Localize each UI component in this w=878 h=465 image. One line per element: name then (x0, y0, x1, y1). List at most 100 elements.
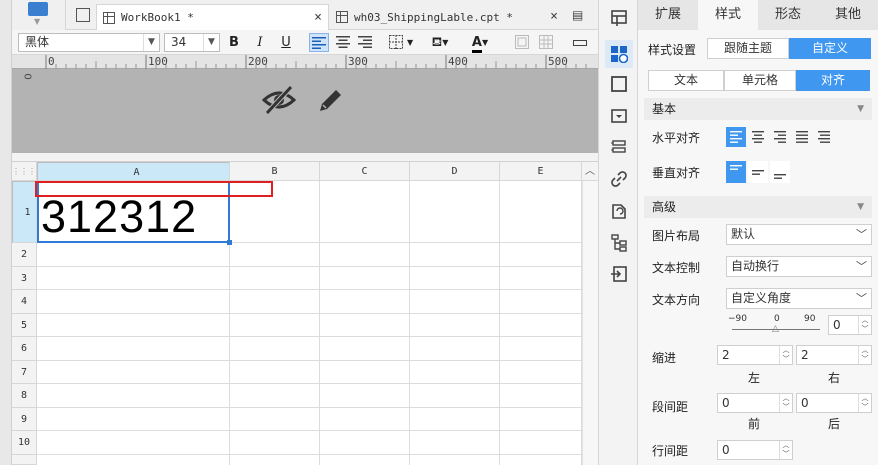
h-align-right-button[interactable] (770, 127, 790, 147)
merge-cells-button[interactable] (512, 33, 532, 52)
ruler-mark: 200 (248, 55, 268, 68)
align-center-button[interactable] (333, 33, 353, 52)
list-icon[interactable] (609, 137, 629, 157)
tab-workbook1[interactable]: WorkBook1 * × (96, 4, 329, 30)
row-header-1[interactable]: 1 (12, 181, 37, 243)
scroll-up-arrow[interactable]: ︿ (582, 162, 598, 181)
text-control-select[interactable]: 自动换行 ﹀ (726, 256, 872, 277)
para-after-value: 0 (801, 396, 809, 410)
italic-button[interactable]: I (250, 33, 270, 52)
import-icon[interactable] (609, 264, 629, 284)
subtab-align[interactable]: 对齐 (796, 70, 870, 91)
image-layout-select[interactable]: 默认 ﹀ (726, 224, 872, 245)
line-spacing-input[interactable]: 0 ︿ ﹀ (717, 440, 793, 460)
underline-button[interactable]: U (276, 33, 296, 52)
row-header-7[interactable]: 7 (12, 361, 37, 384)
font-size-select[interactable]: 34 ▼ (164, 33, 220, 52)
vertical-scrollbar[interactable] (582, 181, 598, 465)
row-header-8[interactable]: 8 (12, 384, 37, 408)
grid-line (409, 181, 410, 465)
fill-color-button[interactable]: ⛾▼ (424, 33, 456, 52)
v-align-middle-button[interactable] (748, 161, 768, 183)
widget-icon[interactable] (609, 106, 629, 126)
h-align-distributed-button[interactable] (814, 127, 834, 147)
align-right-button[interactable] (355, 33, 375, 52)
row-header-5[interactable]: 5 (12, 314, 37, 337)
fill-handle[interactable] (227, 240, 232, 245)
align-left-button[interactable] (309, 33, 329, 52)
more-tools-button[interactable] (570, 33, 590, 52)
spinner-icon[interactable]: ︿ ﹀ (858, 346, 871, 364)
spinner-icon[interactable]: ︿ ﹀ (858, 394, 871, 412)
row-header-3[interactable]: 3 (12, 267, 37, 290)
para-before-caption: 前 (748, 417, 761, 431)
row-header-4[interactable]: 4 (12, 290, 37, 314)
bold-button[interactable]: B (224, 33, 244, 52)
angle-slider-thumb[interactable]: △ (772, 324, 779, 334)
subtab-text[interactable]: 文本 (648, 70, 724, 91)
subtab-cell[interactable]: 单元格 (724, 70, 796, 91)
follow-theme-button[interactable]: 跟随主题 (707, 38, 789, 59)
unmerge-cells-button[interactable] (536, 33, 556, 52)
spinner-icon[interactable]: ︿ ﹀ (779, 394, 792, 412)
column-header-a[interactable]: A (37, 162, 230, 181)
border-button[interactable]: ▼ (386, 33, 416, 52)
select-all-corner[interactable]: ⋮⋮⋮ (12, 162, 37, 181)
section-basic[interactable]: 基本 ▼ (644, 98, 872, 120)
tab-extend[interactable]: 扩展 (638, 0, 698, 30)
close-icon[interactable]: × (550, 9, 558, 24)
para-after-input[interactable]: 0 ︿ ﹀ (796, 393, 872, 413)
style-grid-icon (611, 46, 629, 64)
column-header-e[interactable]: E (500, 162, 582, 181)
eye-slash-icon[interactable] (262, 85, 296, 115)
h-align-left-button[interactable] (726, 127, 746, 147)
new-grid-icon[interactable] (76, 8, 90, 22)
cell-element-icon[interactable] (609, 8, 629, 28)
indent-right-input[interactable]: 2 ︿ ﹀ (796, 345, 872, 365)
tab-list-icon[interactable]: ▤ (572, 8, 583, 22)
column-header-b[interactable]: B (230, 162, 320, 181)
column-header-c[interactable]: C (320, 162, 410, 181)
app-logo-area[interactable]: ▼ (12, 0, 66, 30)
row-header-11[interactable] (12, 455, 37, 465)
indent-left-input[interactable]: 2 ︿ ﹀ (717, 345, 793, 365)
align-distributed-icon (818, 131, 830, 143)
left-sidebar-strip (0, 0, 12, 465)
spinner-icon[interactable]: ︿ ﹀ (779, 441, 792, 459)
spinner-icon[interactable]: ︿ ﹀ (858, 316, 871, 334)
font-size-value: 34 (171, 35, 187, 49)
h-align-center-button[interactable] (748, 127, 768, 147)
pencil-icon[interactable] (314, 85, 346, 117)
h-align-justify-button[interactable] (792, 127, 812, 147)
custom-style-button[interactable]: 自定义 (789, 38, 871, 59)
row-header-10[interactable]: 10 (12, 431, 37, 455)
v-align-top-button[interactable] (726, 161, 746, 183)
highlight-box (35, 181, 273, 197)
border-box-icon[interactable] (609, 74, 629, 94)
cell-style-icon[interactable] (605, 40, 633, 68)
tab-style[interactable]: 样式 (698, 0, 758, 30)
row-header-6[interactable]: 6 (12, 337, 37, 361)
angle-input[interactable]: 0 ︿ ﹀ (828, 315, 872, 335)
chevron-down-icon[interactable]: ▼ (34, 17, 40, 26)
text-direction-select[interactable]: 自定义角度 ﹀ (726, 288, 872, 309)
spinner-icon[interactable]: ︿ ﹀ (779, 346, 792, 364)
indent-left-caption: 左 (748, 371, 761, 385)
column-header-d[interactable]: D (410, 162, 500, 181)
v-align-bottom-button[interactable] (770, 161, 790, 183)
tab-form[interactable]: 形态 (758, 0, 818, 30)
para-before-input[interactable]: 0 ︿ ﹀ (717, 393, 793, 413)
spreadsheet-grid[interactable]: ⋮⋮⋮ A B C D E ︿ 1 2 3 4 5 6 7 8 9 10 312… (12, 162, 598, 465)
text-color-button[interactable]: A▼ (464, 33, 496, 53)
condition-icon[interactable] (609, 201, 629, 221)
link-icon[interactable] (609, 169, 629, 189)
row-header-2[interactable]: 2 (12, 243, 37, 267)
row-header-9[interactable]: 9 (12, 408, 37, 431)
close-icon[interactable]: × (314, 10, 322, 25)
font-family-select[interactable]: 黑体 ▼ (18, 33, 160, 52)
tab-other[interactable]: 其他 (818, 0, 878, 30)
angle-mid-label: 0 (774, 314, 780, 324)
section-advanced[interactable]: 高级 ▼ (644, 196, 872, 218)
hierarchy-icon[interactable] (609, 233, 629, 253)
tab-shipping-label[interactable]: wh03_ShippingLable.cpt * × (330, 4, 564, 30)
